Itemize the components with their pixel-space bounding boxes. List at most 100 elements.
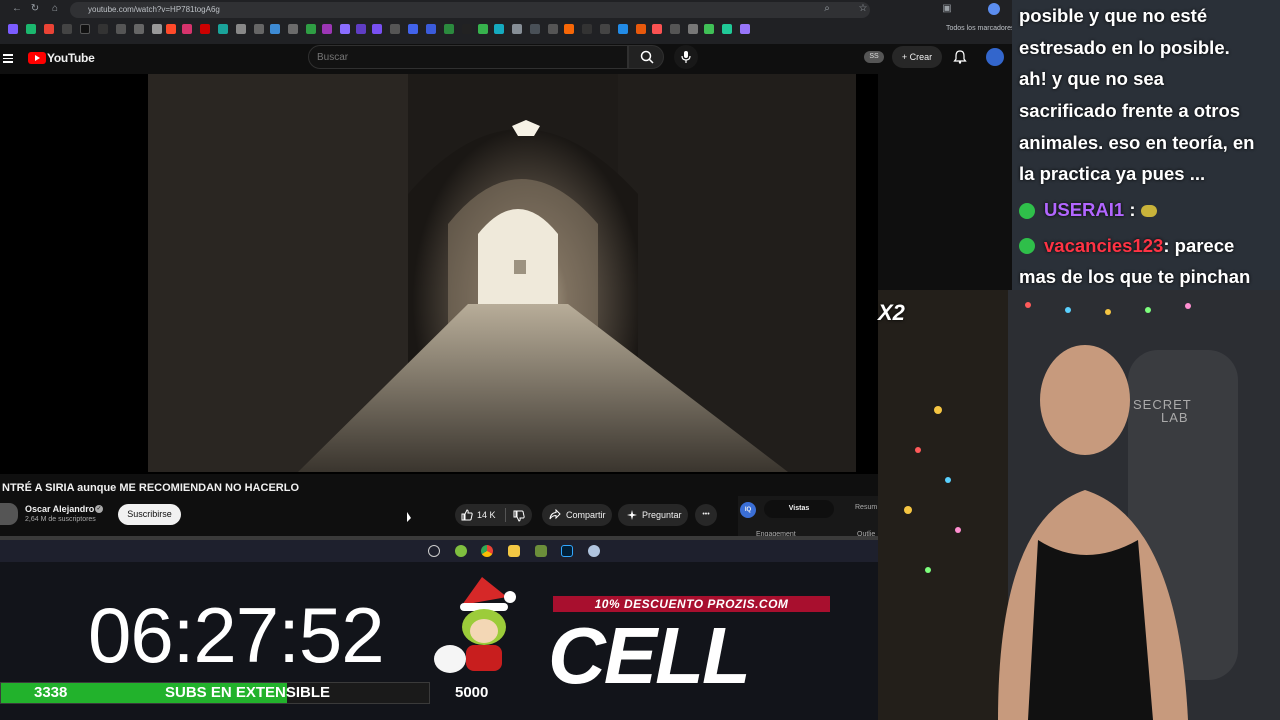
subs-goal-label: SUBS EN EXTENSIBLE: [165, 684, 331, 701]
bookmark-icon[interactable]: [494, 24, 504, 34]
chat-message-line: posible y que no esté: [1019, 5, 1208, 26]
voice-search-button[interactable]: [674, 45, 698, 69]
bookmark-icon[interactable]: [166, 24, 176, 34]
channel-subscriber-count: 2,64 M de suscriptores: [25, 516, 96, 523]
create-button[interactable]: + Crear: [892, 46, 942, 68]
youtube-logo-icon[interactable]: [28, 52, 46, 64]
gmail-icon[interactable]: [44, 24, 54, 34]
all-bookmarks-link[interactable]: Todos los marcadores: [946, 24, 1014, 34]
subs-current: 3338: [34, 684, 68, 701]
bookmark-icon[interactable]: [134, 24, 144, 34]
bookmark-icon[interactable]: [356, 24, 366, 34]
star-icon[interactable]: ☆: [856, 2, 870, 16]
instagram-icon[interactable]: [182, 24, 192, 34]
tiktok-icon[interactable]: [80, 24, 90, 34]
ss-badge[interactable]: SS: [864, 51, 884, 63]
bookmark-icon[interactable]: [548, 24, 558, 34]
obs-icon[interactable]: [428, 545, 440, 557]
thumbs-down-icon[interactable]: [513, 510, 525, 522]
minecraft-icon[interactable]: [535, 545, 547, 557]
bookmark-icon[interactable]: [652, 24, 662, 34]
xbox-icon[interactable]: [455, 545, 467, 557]
bookmark-icon[interactable]: [116, 24, 126, 34]
bookmark-icon[interactable]: [688, 24, 698, 34]
chat-username: USERAI1: [1044, 199, 1125, 220]
bookmark-icon[interactable]: [152, 24, 162, 34]
bookmark-icon[interactable]: [390, 24, 400, 34]
stream-chat: posible y que no esté estresado en lo po…: [1012, 0, 1280, 290]
bookmark-icon[interactable]: [636, 24, 646, 34]
sparkle-icon: [627, 510, 637, 520]
bookmark-icon[interactable]: [306, 24, 316, 34]
like-dislike-group: 14 K: [455, 504, 532, 526]
subscribe-button[interactable]: Suscribirse: [118, 504, 181, 525]
bookmark-icon[interactable]: [218, 24, 228, 34]
chair-logo: SECRET LAB: [1133, 398, 1192, 424]
share-button[interactable]: Compartir: [542, 504, 612, 526]
channel-avatar[interactable]: [0, 503, 18, 525]
reload-icon[interactable]: ↻: [28, 2, 42, 16]
ask-button[interactable]: Preguntar: [618, 504, 688, 526]
thumbs-up-icon[interactable]: [461, 509, 473, 521]
bookmark-icon[interactable]: [444, 24, 454, 34]
chrome-icon[interactable]: [481, 545, 493, 557]
chat-separator: :: [1129, 199, 1136, 220]
bookmark-icon[interactable]: [462, 24, 472, 34]
more-actions-button[interactable]: •••: [695, 504, 717, 526]
bookmark-icon[interactable]: [236, 24, 246, 34]
back-icon[interactable]: ←: [10, 2, 24, 16]
tab-vistas[interactable]: Vistas: [764, 500, 834, 518]
address-bar[interactable]: youtube.com/watch?v=HP781togA6g: [70, 2, 870, 18]
bookmark-icon[interactable]: [600, 24, 610, 34]
x-icon[interactable]: [62, 24, 72, 34]
chat-message-line: vacancies123: parece: [1044, 235, 1234, 257]
photoshop-icon[interactable]: [561, 545, 573, 557]
channel-name[interactable]: Oscar Alejandro: [25, 504, 94, 514]
bookmark-icon[interactable]: [340, 24, 350, 34]
share-icon: [549, 509, 561, 520]
bookmark-icon[interactable]: [254, 24, 264, 34]
bookmark-icon[interactable]: [408, 24, 418, 34]
like-count[interactable]: 14 K: [477, 504, 496, 526]
extensions-icon[interactable]: ▣: [940, 2, 954, 16]
app-icon[interactable]: [588, 545, 600, 557]
bookmark-icon[interactable]: [26, 24, 36, 34]
bookmark-icon[interactable]: [722, 24, 732, 34]
video-player[interactable]: [148, 74, 856, 472]
chat-message-text: : parece: [1163, 235, 1235, 256]
profile-icon[interactable]: [988, 3, 1000, 15]
bookmark-icon[interactable]: [288, 24, 298, 34]
tab-resumen[interactable]: Resum: [855, 504, 877, 511]
file-explorer-icon[interactable]: [508, 545, 520, 557]
bookmark-icon[interactable]: [322, 24, 332, 34]
ask-label: Preguntar: [642, 510, 682, 520]
bookmark-icon[interactable]: [740, 24, 750, 34]
bookmark-icon[interactable]: [618, 24, 628, 34]
chat-badge-icon: [1019, 203, 1035, 219]
bookmark-icon[interactable]: [426, 24, 436, 34]
search-button[interactable]: [628, 45, 664, 69]
bookmark-icon[interactable]: [704, 24, 714, 34]
notifications-bell-icon[interactable]: [953, 50, 967, 64]
bookmark-icon[interactable]: [98, 24, 108, 34]
bookmark-icon[interactable]: [564, 24, 574, 34]
search-icon: [640, 50, 654, 64]
youtube-logo-text[interactable]: YouTube: [47, 51, 95, 65]
bookmark-icon[interactable]: [530, 24, 540, 34]
search-input[interactable]: [308, 45, 628, 69]
bookmark-icon[interactable]: [670, 24, 680, 34]
plus-icon: +: [901, 52, 910, 62]
bookmark-icon[interactable]: [8, 24, 18, 34]
bookmark-icon[interactable]: [512, 24, 522, 34]
home-icon[interactable]: ⌂: [48, 2, 62, 16]
account-avatar[interactable]: [986, 48, 1004, 66]
bookmark-icon[interactable]: [582, 24, 592, 34]
emote-icon: [1140, 205, 1157, 218]
zoom-icon[interactable]: ⌕: [820, 2, 834, 16]
bookmark-icon[interactable]: [200, 24, 210, 34]
iq-icon[interactable]: IQ: [740, 502, 756, 518]
bookmark-icon[interactable]: [372, 24, 382, 34]
bookmark-icon[interactable]: [270, 24, 280, 34]
hamburger-menu-icon[interactable]: [3, 52, 13, 63]
bookmark-icon[interactable]: [478, 24, 488, 34]
